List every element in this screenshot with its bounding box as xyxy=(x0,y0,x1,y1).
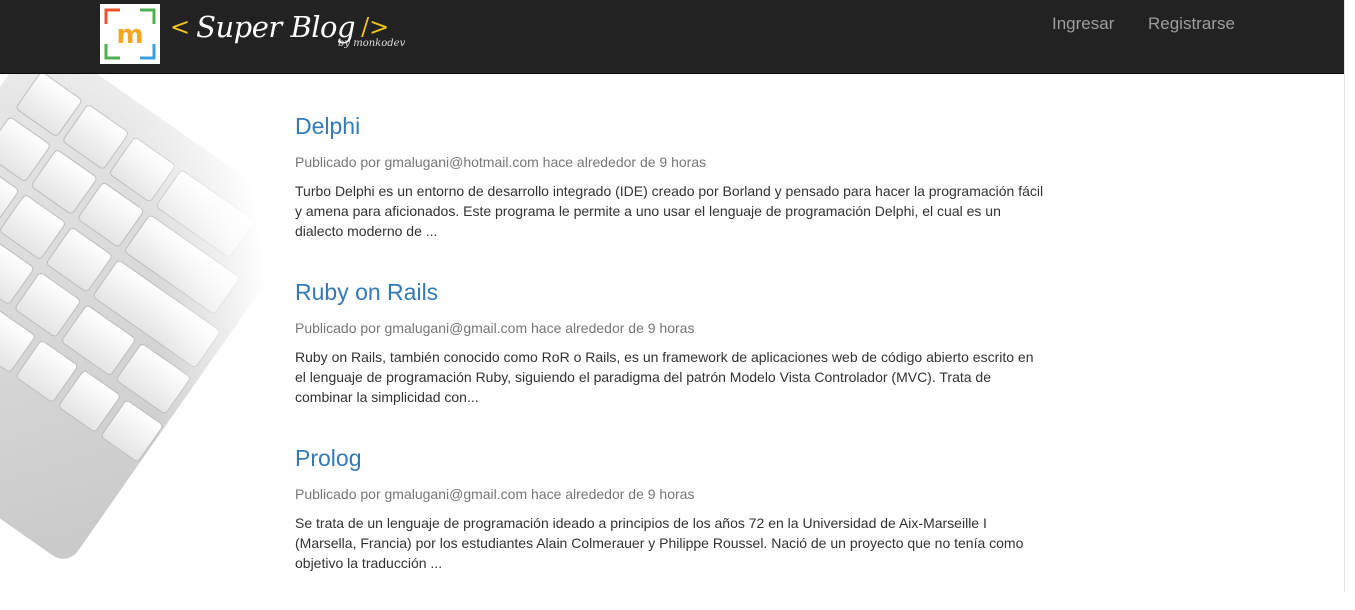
keyboard-background-image xyxy=(0,74,270,592)
post-meta: Publicado por gmalugani@gmail.com hace a… xyxy=(295,320,695,336)
site-logo[interactable]: m xyxy=(100,4,160,64)
brand-close-tag: /> xyxy=(361,13,390,41)
login-link[interactable]: Ingresar xyxy=(1052,14,1114,34)
brand-title[interactable]: < Super Blog/> by monkodev xyxy=(170,10,405,60)
post-item: Delphi Publicado por gmalugani@hotmail.c… xyxy=(295,112,1045,241)
brand-open-tag: < xyxy=(170,13,191,41)
top-navbar: m < Super Blog/> by monkodev Ingresar Reg… xyxy=(0,0,1344,74)
post-meta: Publicado por gmalugani@hotmail.com hace… xyxy=(295,154,707,170)
svg-text:m: m xyxy=(116,20,143,50)
register-link[interactable]: Registrarse xyxy=(1148,14,1235,34)
post-list: Delphi Publicado por gmalugani@hotmail.c… xyxy=(295,112,1045,610)
post-title-link[interactable]: Prolog xyxy=(295,444,1045,472)
page-edge xyxy=(1344,0,1355,592)
post-excerpt: Se trata de un lenguaje de programación … xyxy=(295,515,1024,571)
logo-icon: m xyxy=(100,4,160,64)
post-excerpt: Turbo Delphi es un entorno de desarrollo… xyxy=(295,183,1044,239)
brand-byline: by monkodev xyxy=(338,38,406,49)
post-item: Prolog Publicado por gmalugani@gmail.com… xyxy=(295,444,1045,573)
post-excerpt: Ruby on Rails, también conocido como RoR… xyxy=(295,349,1034,405)
post-title-link[interactable]: Delphi xyxy=(295,112,1045,140)
brand-name: Super Blog xyxy=(196,10,356,44)
post-meta: Publicado por gmalugani@gmail.com hace a… xyxy=(295,486,695,502)
post-title-link[interactable]: Ruby on Rails xyxy=(295,278,1045,306)
post-item: Ruby on Rails Publicado por gmalugani@gm… xyxy=(295,278,1045,407)
